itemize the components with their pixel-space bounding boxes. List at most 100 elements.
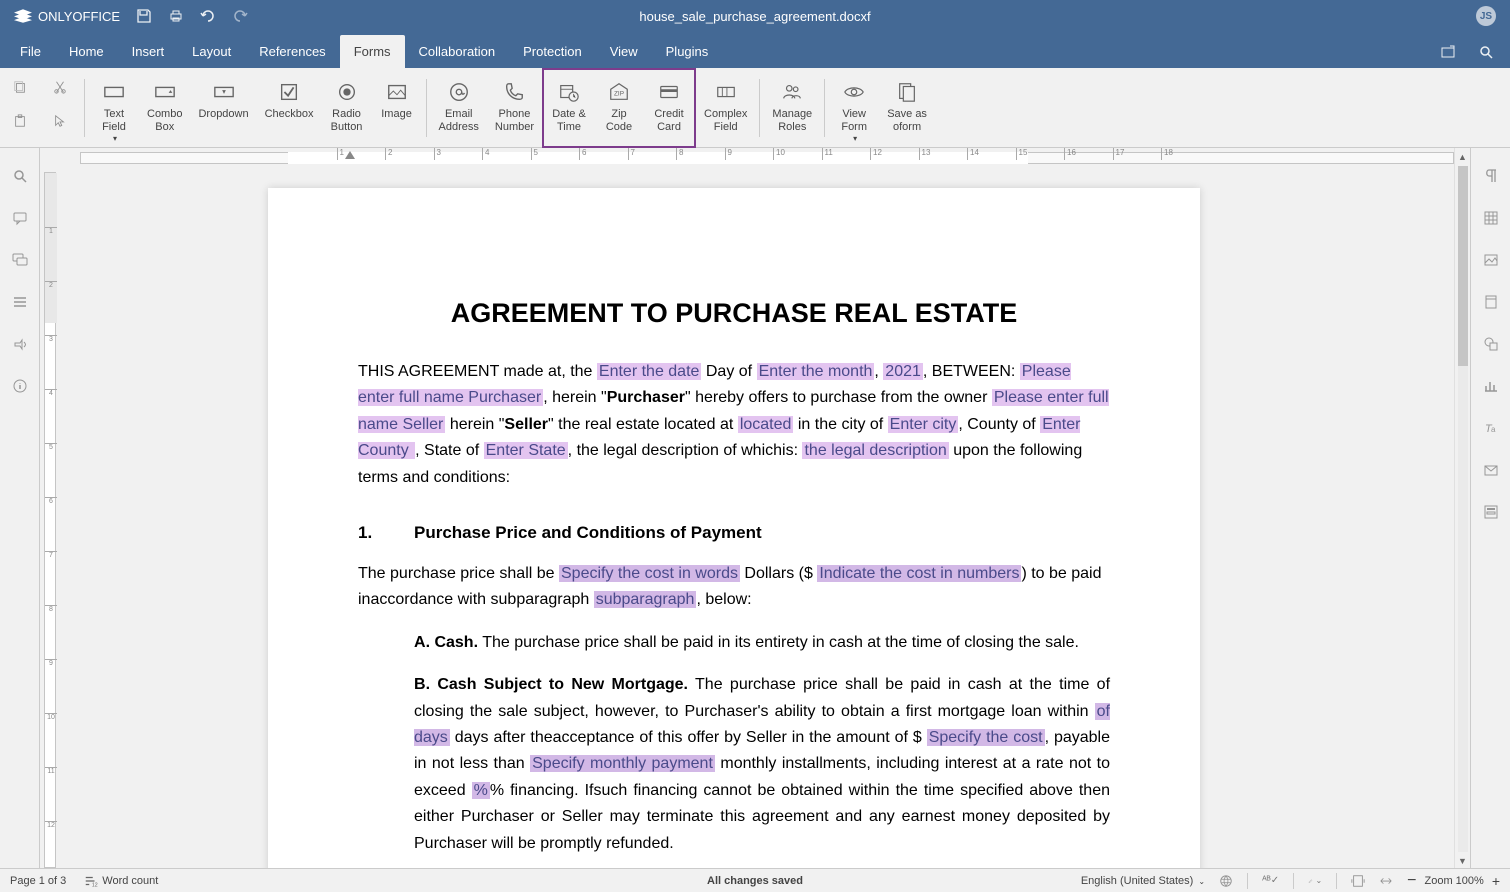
complex-field-button[interactable]: Complex Field xyxy=(696,72,755,144)
image-button[interactable]: Image xyxy=(372,72,422,144)
mail-merge-icon[interactable] xyxy=(1483,462,1499,478)
manage-roles-button[interactable]: Manage Roles xyxy=(764,72,820,144)
text-art-icon[interactable]: Ta xyxy=(1483,420,1499,436)
zip-code-icon: ZIP xyxy=(608,81,630,103)
field-subparagraph[interactable]: subparagraph xyxy=(594,591,697,608)
save-as-oform-label: Save as oform xyxy=(887,108,927,134)
email-address-button[interactable]: Email Address xyxy=(431,72,487,144)
section-1-heading: 1. Purchase Price and Conditions of Paym… xyxy=(358,519,1110,547)
field-date[interactable]: Enter the date xyxy=(597,363,702,380)
vertical-scrollbar[interactable]: ▲ ▼ xyxy=(1454,148,1470,868)
paragraph-intro: THIS AGREEMENT made at, the Enter the da… xyxy=(358,359,1110,491)
track-changes-icon[interactable]: ⌄ xyxy=(1308,874,1322,888)
search-icon[interactable] xyxy=(1478,44,1494,60)
save-as-oform-icon xyxy=(896,81,918,103)
user-avatar[interactable]: JS xyxy=(1476,6,1496,26)
section-1-paragraph: The purchase price shall be Specify the … xyxy=(358,561,1110,614)
text-field-label: Text Field xyxy=(102,108,126,134)
titlebar: ONLYOFFICE house_sale_purchase_agreement… xyxy=(0,0,1510,32)
table-settings-icon[interactable] xyxy=(1483,210,1499,226)
chart-settings-icon[interactable] xyxy=(1483,378,1499,394)
feedback-icon[interactable] xyxy=(12,336,28,352)
manage-roles-icon xyxy=(781,81,803,103)
print-icon[interactable] xyxy=(168,8,184,24)
field-cost-numbers[interactable]: Indicate the cost in numbers xyxy=(817,565,1021,582)
app-logo-text: ONLYOFFICE xyxy=(38,9,120,24)
paragraph-settings-icon[interactable] xyxy=(1483,168,1499,184)
dropdown-button[interactable]: Dropdown xyxy=(190,72,256,144)
menu-view[interactable]: View xyxy=(596,35,652,68)
zoom-level[interactable]: Zoom 100% xyxy=(1425,875,1484,887)
document-page[interactable]: AGREEMENT TO PURCHASE REAL ESTATE THIS A… xyxy=(268,188,1200,868)
zoom-out-button[interactable]: − xyxy=(1407,872,1416,890)
credit-card-button[interactable]: Credit Card xyxy=(644,72,694,144)
redo-icon[interactable] xyxy=(232,8,248,24)
app-logo[interactable]: ONLYOFFICE xyxy=(14,9,120,24)
dropdown-label: Dropdown xyxy=(198,108,248,121)
date-time-button[interactable]: Date & Time xyxy=(544,72,594,144)
image-settings-icon[interactable] xyxy=(1483,252,1499,268)
fit-page-icon[interactable] xyxy=(1351,874,1365,888)
phone-number-button[interactable]: Phone Number xyxy=(487,72,542,144)
navigation-icon[interactable] xyxy=(12,294,28,310)
about-icon[interactable] xyxy=(12,378,28,394)
language-selector[interactable]: English (United States) ⌄ xyxy=(1081,875,1205,887)
find-icon[interactable] xyxy=(12,168,28,184)
menu-file[interactable]: File xyxy=(6,35,55,68)
menu-protection[interactable]: Protection xyxy=(509,35,596,68)
email-address-label: Email Address xyxy=(439,108,479,134)
dropdown-icon xyxy=(213,81,235,103)
field-year[interactable]: 2021 xyxy=(883,363,923,380)
menu-references[interactable]: References xyxy=(245,35,339,68)
menu-collaboration[interactable]: Collaboration xyxy=(405,35,510,68)
save-icon[interactable] xyxy=(136,8,152,24)
field-city[interactable]: Enter city xyxy=(888,416,959,433)
spellcheck-icon[interactable] xyxy=(1219,874,1233,888)
radio-button-button[interactable]: Radio Button xyxy=(322,72,372,144)
field-specify-cost[interactable]: Specify the cost xyxy=(927,729,1045,746)
zip-code-label: Zip Code xyxy=(606,108,632,134)
scroll-down-icon[interactable]: ▼ xyxy=(1456,854,1470,868)
menu-layout[interactable]: Layout xyxy=(178,35,245,68)
menu-insert[interactable]: Insert xyxy=(118,35,179,68)
open-location-icon[interactable] xyxy=(1440,44,1456,60)
menu-home[interactable]: Home xyxy=(55,35,118,68)
fit-width-icon[interactable] xyxy=(1379,874,1393,888)
field-legal-description[interactable]: the legal description xyxy=(802,442,948,459)
shape-settings-icon[interactable] xyxy=(1483,336,1499,352)
field-percent[interactable]: % xyxy=(472,782,490,799)
abc-check-icon[interactable]: ᴬᴮ✓ xyxy=(1262,874,1279,888)
header-footer-icon[interactable] xyxy=(1483,294,1499,310)
undo-icon[interactable] xyxy=(200,8,216,24)
radio-button-label: Radio Button xyxy=(331,108,363,134)
save-as-oform-button[interactable]: Save as oform xyxy=(879,72,935,144)
text-field-button[interactable]: Text Field▾ xyxy=(89,72,139,144)
word-count[interactable]: 123 Word count xyxy=(84,874,158,888)
scroll-up-icon[interactable]: ▲ xyxy=(1456,150,1470,164)
form-settings-icon[interactable] xyxy=(1483,504,1499,520)
left-sidebar xyxy=(0,148,40,868)
date-time-label: Date & Time xyxy=(552,108,586,134)
menu-forms[interactable]: Forms xyxy=(340,35,405,68)
select-icon[interactable] xyxy=(53,114,67,128)
scroll-thumb[interactable] xyxy=(1458,166,1468,366)
paste-icon[interactable] xyxy=(13,114,27,128)
field-state[interactable]: Enter State xyxy=(484,442,568,459)
zip-code-button[interactable]: ZIP Zip Code xyxy=(594,72,644,144)
statusbar: Page 1 of 3 123 Word count All changes s… xyxy=(0,868,1510,892)
chat-icon[interactable] xyxy=(12,252,28,268)
copy-icon[interactable] xyxy=(13,80,27,94)
cut-icon[interactable] xyxy=(53,80,67,94)
zoom-in-button[interactable]: + xyxy=(1492,873,1500,889)
field-located[interactable]: located xyxy=(738,416,794,433)
comments-icon[interactable] xyxy=(12,210,28,226)
field-month[interactable]: Enter the month xyxy=(757,363,875,380)
page-indicator[interactable]: Page 1 of 3 xyxy=(10,875,66,887)
field-cost-words[interactable]: Specify the cost in words xyxy=(559,565,740,582)
combo-box-button[interactable]: Combo Box xyxy=(139,72,190,144)
menu-plugins[interactable]: Plugins xyxy=(652,35,723,68)
checkbox-button[interactable]: Checkbox xyxy=(257,72,322,144)
text-field-icon xyxy=(103,81,125,103)
view-form-button[interactable]: View Form▾ xyxy=(829,72,879,144)
field-monthly-payment[interactable]: Specify monthly payment xyxy=(530,755,715,772)
